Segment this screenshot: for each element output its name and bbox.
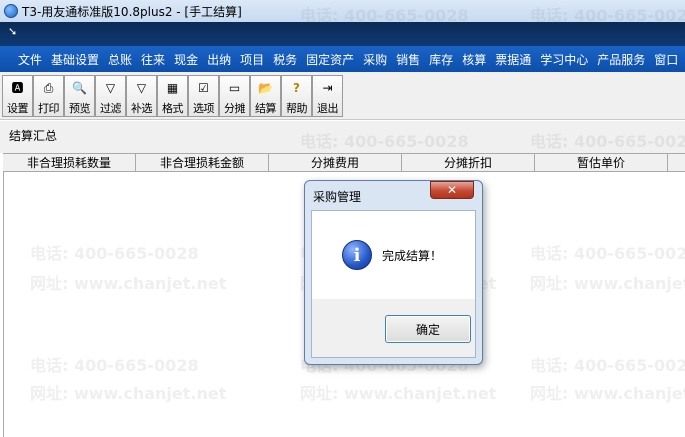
settle-button[interactable]: 📂 结算 [250,75,281,117]
help-label: 帮助 [286,102,308,115]
format-label: 格式 [162,102,184,115]
menu-costing[interactable]: 核算 [462,51,486,68]
summary-label: 结算汇总 [9,129,58,143]
exit-icon: ⇥ [322,81,333,95]
menu-receivables[interactable]: 往来 [141,51,165,68]
settings-icon: 🅰 [11,81,24,95]
menu-purchase[interactable]: 采购 [363,51,387,68]
toolbar: 🅰 设置 ⎙ 打印 🔍 预览 ▽ 过滤 ▽ 补选 ▦ 格式 ☑ 选项 ▭ 分摊 … [0,72,685,120]
menu-general-ledger[interactable]: 总账 [108,51,132,68]
menu-project[interactable]: 项目 [240,51,264,68]
menu-cashier[interactable]: 出纳 [207,51,231,68]
filter-add-label: 补选 [131,102,153,115]
format-icon: ▦ [166,81,179,95]
print-label: 打印 [38,102,60,115]
column-header-unreasonable-loss-qty[interactable]: 非合理损耗数量 [3,154,136,171]
column-header-estimated-unit-price[interactable]: 暂估单价 [535,154,668,171]
filter-button[interactable]: ▽ 过滤 [95,75,126,117]
dialog-title: 采购管理 [313,190,362,204]
message-dialog: 采购管理 ✕ i 完成结算！ 确定 [304,180,483,365]
menu-tax[interactable]: 税务 [273,51,297,68]
menu-bar: 文件 基础设置 总账 往来 现金 出纳 项目 税务 固定资产 采购 销售 库存 … [0,46,685,72]
filter-add-icon: ▽ [136,81,147,95]
help-icon: ? [293,81,300,95]
summary-header: 结算汇总 [0,121,685,153]
help-button[interactable]: ? 帮助 [281,75,312,117]
dialog-message: 完成结算！ [382,249,443,263]
close-icon: ✕ [446,183,458,197]
options-label: 选项 [193,102,215,115]
ok-button[interactable]: 确定 [385,315,471,343]
dialog-message-area: i 完成结算！ [312,211,475,299]
options-button[interactable]: ☑ 选项 [188,75,219,117]
mdi-child-bar: ➘ [0,22,685,46]
column-header-allocated-discount[interactable]: 分摊折扣 [402,154,535,171]
allocate-icon: ▭ [228,81,241,95]
options-icon: ☑ [198,81,209,95]
menu-product-service[interactable]: 产品服务 [597,51,645,68]
settings-button[interactable]: 🅰 设置 [2,75,33,117]
filter-label: 过滤 [100,102,122,115]
column-header-allocated-expense[interactable]: 分摊费用 [269,154,402,171]
settle-icon: 📂 [258,81,273,95]
filter-add-button[interactable]: ▽ 补选 [126,75,157,117]
window-titlebar: T3-用友通标准版10.8plus2 - [手工结算] [0,0,685,22]
preview-icon: 🔍 [72,81,87,95]
close-button[interactable]: ✕ [430,181,474,199]
child-window-icon[interactable]: ➘ [8,25,17,38]
settings-label: 设置 [7,102,29,115]
dialog-client: i 完成结算！ 确定 [311,210,476,358]
info-icon: i [342,240,372,270]
menu-cash[interactable]: 现金 [174,51,198,68]
menu-sales[interactable]: 销售 [396,51,420,68]
exit-button[interactable]: ⇥ 退出 [312,75,343,117]
preview-button[interactable]: 🔍 预览 [64,75,95,117]
app-icon [4,4,18,18]
menu-fixed-assets[interactable]: 固定资产 [306,51,354,68]
table-header: 非合理损耗数量 非合理损耗金额 分摊费用 分摊折扣 暂估单价 [3,153,685,172]
menu-window[interactable]: 窗口 [654,51,678,68]
print-icon: ⎙ [43,81,54,95]
menu-basic-settings[interactable]: 基础设置 [51,51,99,68]
print-button[interactable]: ⎙ 打印 [33,75,64,117]
window-title: T3-用友通标准版10.8plus2 - [手工结算] [22,4,242,19]
allocate-label: 分摊 [224,102,246,115]
column-header-unreasonable-loss-amount[interactable]: 非合理损耗金额 [136,154,269,171]
filter-icon: ▽ [105,81,116,95]
allocate-button[interactable]: ▭ 分摊 [219,75,250,117]
exit-label: 退出 [317,102,339,115]
settle-label: 结算 [255,102,277,115]
menu-file[interactable]: 文件 [18,51,42,68]
menu-learning-center[interactable]: 学习中心 [540,51,588,68]
preview-label: 预览 [69,102,91,115]
column-header-extra [668,154,685,171]
menu-bills[interactable]: 票据通 [495,51,531,68]
format-button[interactable]: ▦ 格式 [157,75,188,117]
menu-inventory[interactable]: 库存 [429,51,453,68]
